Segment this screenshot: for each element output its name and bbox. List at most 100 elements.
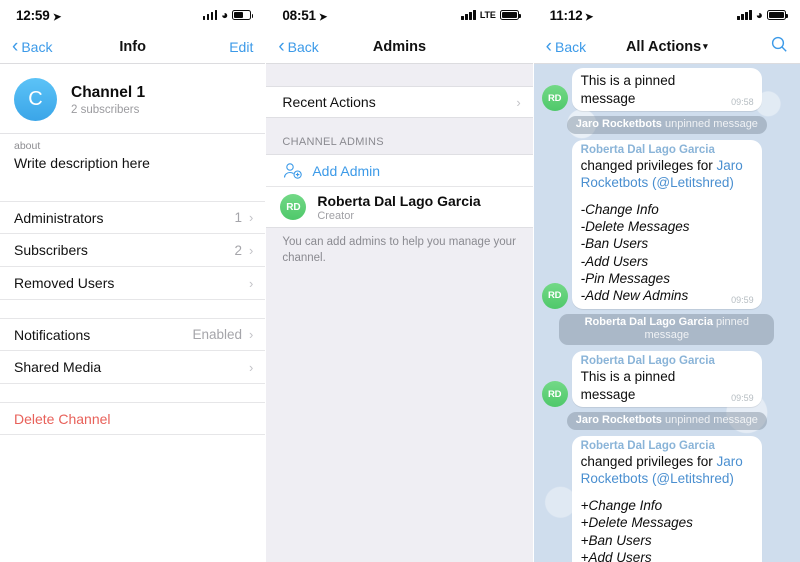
- chevron-right-icon: ›: [248, 242, 254, 258]
- wifi-icon: ◕: [221, 8, 229, 22]
- panel-channel-info: 12:59 ➤ ◕ ‹ Back Info Edit C Channel 1 2 …: [0, 0, 266, 562]
- message-lead: changed privileges for: [580, 453, 717, 469]
- row-value: 2: [234, 242, 242, 258]
- chat-message[interactable]: RD Roberta Dal Lago Garcia changed privi…: [541, 139, 792, 309]
- add-admin-row[interactable]: Add Admin: [266, 154, 533, 186]
- location-arrow-icon: ➤: [52, 11, 62, 23]
- row-label: Subscribers: [14, 242, 88, 258]
- privilege-item: -Pin Messages: [580, 271, 670, 286]
- add-admin-label: Add Admin: [312, 162, 381, 179]
- message-time: 09:59: [731, 393, 754, 404]
- chat-log[interactable]: RD This is a pinned message 09:58 Jaro R…: [534, 64, 800, 562]
- message-bubble[interactable]: Roberta Dal Lago Garcia This is a pinned…: [571, 351, 762, 408]
- avatar: RD: [541, 381, 568, 408]
- row-notifications[interactable]: Notifications Enabled ›: [0, 318, 266, 351]
- location-arrow-icon: ➤: [318, 11, 328, 23]
- message-author: Roberta Dal Lago Garcia: [580, 143, 715, 156]
- service-pill: Jaro Rocketbots unpinned message: [566, 412, 767, 430]
- battery-icon: [766, 10, 788, 20]
- avatar: C: [14, 78, 57, 121]
- channel-info-body: C Channel 1 2 subscribers about Write de…: [0, 64, 266, 435]
- about-section[interactable]: about Write description here: [0, 133, 266, 183]
- spacer: [0, 300, 266, 318]
- recent-actions-row[interactable]: Recent Actions ›: [266, 86, 533, 118]
- spacer: [0, 183, 266, 201]
- chevron-right-icon: ›: [248, 210, 254, 225]
- avatar: RD: [541, 282, 568, 309]
- service-message: Jaro Rocketbots unpinned message: [542, 412, 792, 430]
- status-bar-3: 11:12 ➤ ◕: [533, 0, 800, 30]
- service-actor: Jaro Rocketbots: [575, 118, 662, 131]
- message-bubble[interactable]: This is a pinned message 09:58: [571, 68, 762, 112]
- nav-bar-3: ‹ Back All Actions ▾: [533, 30, 800, 64]
- admin-role: Creator: [317, 209, 355, 222]
- message-author: Roberta Dal Lago Garcia: [580, 355, 715, 368]
- privilege-item: -Ban Users: [580, 236, 649, 252]
- channel-profile-header: C Channel 1 2 subscribers: [0, 64, 266, 133]
- privilege-item: -Change Info: [580, 201, 659, 217]
- status-bar-2: 08:51 ➤ LTE: [266, 0, 533, 30]
- service-actor: Roberta Dal Lago Garcia: [584, 315, 713, 328]
- service-pill: Jaro Rocketbots unpinned message: [566, 116, 767, 134]
- chevron-right-icon: ›: [248, 275, 254, 291]
- privilege-list: +Change Info +Delete Messages +Ban Users…: [581, 497, 754, 562]
- signal-bars-icon: [461, 10, 476, 20]
- privilege-item: +Change Info: [580, 497, 663, 513]
- admin-list-item[interactable]: RD Roberta Dal Lago Garcia Creator: [266, 186, 533, 228]
- back-button[interactable]: ‹ Back: [278, 37, 318, 56]
- privilege-list: -Change Info -Delete Messages -Ban Users…: [581, 201, 754, 305]
- message-bubble[interactable]: Roberta Dal Lago Garcia changed privileg…: [571, 435, 762, 562]
- row-removed-users[interactable]: Removed Users ›: [0, 267, 266, 300]
- admins-body: Recent Actions › CHANNEL ADMINS Add Admi…: [266, 64, 533, 562]
- service-message: Jaro Rocketbots unpinned message: [542, 116, 792, 134]
- section-header-channel-admins: CHANNEL ADMINS: [282, 136, 384, 148]
- admin-name: Roberta Dal Lago Garcia: [317, 192, 481, 209]
- message-author: Roberta Dal Lago Garcia: [580, 439, 715, 452]
- panel-all-actions: 11:12 ➤ ◕ ‹ Back All Actions ▾ RD This i…: [533, 0, 800, 562]
- edit-button[interactable]: Edit: [229, 39, 253, 55]
- message-time: 09:59: [731, 294, 754, 305]
- search-icon[interactable]: [771, 36, 788, 58]
- message-text: This is a pinned message: [580, 73, 676, 106]
- signal-bars-icon: [737, 10, 752, 20]
- chat-message[interactable]: RD This is a pinned message 09:58: [541, 68, 792, 112]
- message-text: This is a pinned message: [580, 369, 676, 402]
- service-actor: Jaro Rocketbots: [575, 414, 662, 427]
- three-screenshot-collage: 12:59 ➤ ◕ ‹ Back Info Edit C Channel 1 2 …: [0, 0, 800, 562]
- back-button[interactable]: ‹ Back: [546, 37, 586, 56]
- status-time: 08:51 ➤: [282, 7, 328, 23]
- location-arrow-icon: ➤: [585, 11, 594, 23]
- row-administrators[interactable]: Administrators 1 ›: [0, 201, 266, 234]
- message-bubble[interactable]: Roberta Dal Lago Garcia changed privileg…: [571, 139, 762, 309]
- service-message: Roberta Dal Lago Garcia pinned message: [542, 313, 792, 346]
- page-title-text: All Actions: [625, 38, 702, 55]
- avatar: RD: [541, 85, 568, 112]
- chat-message[interactable]: RD Roberta Dal Lago Garcia This is a pin…: [541, 351, 792, 408]
- back-label: Back: [287, 38, 319, 55]
- delete-channel-button[interactable]: Delete Channel: [0, 402, 266, 435]
- back-button[interactable]: ‹ Back: [12, 37, 52, 56]
- privilege-item: +Delete Messages: [580, 515, 693, 531]
- wifi-icon: ◕: [755, 8, 763, 22]
- row-label: Administrators: [14, 209, 104, 226]
- message-time: 09:58: [731, 97, 754, 108]
- panel-admins: 08:51 ➤ LTE ‹ Back Admins Recent Actions …: [266, 0, 533, 562]
- row-label: Removed Users: [14, 275, 115, 291]
- admins-footnote: You can add admins to help you manage yo…: [282, 236, 516, 264]
- privilege-item: -Add New Admins: [580, 288, 689, 304]
- back-label: Back: [21, 38, 53, 55]
- service-action: unpinned message: [664, 414, 758, 427]
- row-value: 1: [234, 210, 242, 225]
- message-lead: changed privileges for: [580, 157, 717, 173]
- add-person-icon: [280, 162, 306, 180]
- row-subscribers[interactable]: Subscribers 2 ›: [0, 234, 266, 267]
- chevron-right-icon: ›: [516, 94, 521, 110]
- chat-message[interactable]: RD Roberta Dal Lago Garcia changed privi…: [542, 435, 792, 562]
- row-shared-media[interactable]: Shared Media ›: [0, 351, 266, 384]
- chevron-left-icon: ‹: [278, 36, 285, 57]
- privilege-item: -Delete Messages: [580, 219, 690, 235]
- row-value: Enabled: [192, 327, 242, 342]
- network-type-label: LTE: [479, 10, 496, 20]
- back-label: Back: [554, 38, 587, 55]
